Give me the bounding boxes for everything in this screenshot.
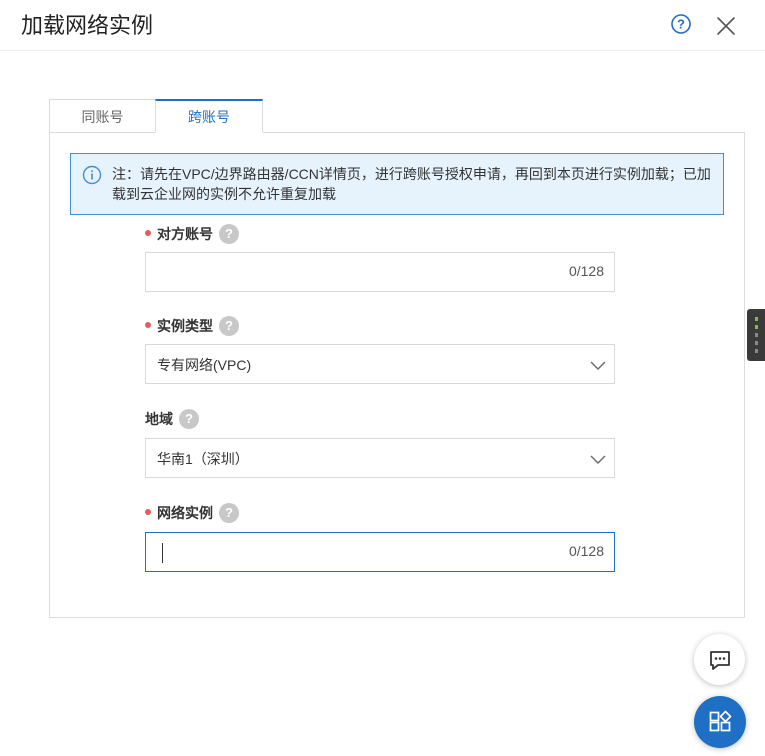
- region-value: 华南1（深圳）: [157, 451, 249, 467]
- chevron-down-icon: [590, 361, 606, 370]
- region-label: 地域?: [145, 408, 199, 430]
- instance-type-label-text: 实例类型: [157, 318, 213, 334]
- instance-type-label: 实例类型?: [145, 315, 239, 337]
- instance-type-select[interactable]: 专有网络(VPC): [145, 344, 615, 384]
- close-icon[interactable]: [714, 14, 738, 38]
- svg-text:?: ?: [677, 17, 685, 32]
- handle-grip: [755, 349, 758, 353]
- handle-grip: [755, 333, 758, 337]
- dialog-title: 加载网络实例: [21, 13, 154, 38]
- char-counter: 0/128: [568, 543, 604, 559]
- info-icon: [82, 165, 102, 185]
- notice-text: 注：请先在VPC/边界路由器/CCN详情页，进行跨账号授权申请，再回到本页进行实…: [112, 166, 711, 202]
- peer-account-input[interactable]: 0/128: [145, 252, 615, 292]
- region-label-text: 地域: [145, 411, 173, 427]
- help-icon[interactable]: ?: [219, 316, 239, 337]
- question-circle-icon[interactable]: ?: [670, 13, 692, 35]
- notice-box: 注：请先在VPC/边界路由器/CCN详情页，进行跨账号授权申请，再回到本页进行实…: [70, 153, 724, 215]
- handle-grip: [755, 341, 758, 345]
- apps-button[interactable]: [694, 696, 746, 748]
- required-dot: [145, 230, 151, 237]
- char-counter: 0/128: [568, 263, 604, 279]
- instance-type-value: 专有网络(VPC): [157, 357, 252, 373]
- help-icon[interactable]: ?: [219, 224, 239, 245]
- dialog-header: 加载网络实例 ?: [0, 0, 765, 51]
- required-dot: [145, 322, 151, 329]
- peer-account-label: 对方账号?: [145, 223, 239, 245]
- tab-cross-account[interactable]: 跨账号: [155, 99, 263, 133]
- chat-icon: [709, 650, 730, 670]
- handle-grip: [755, 317, 758, 321]
- side-panel-handle[interactable]: [747, 309, 765, 361]
- chevron-down-icon: [590, 455, 606, 464]
- network-instance-label-text: 网络实例: [157, 505, 213, 521]
- required-dot: [145, 509, 151, 516]
- text-caret: [162, 543, 163, 563]
- peer-account-label-text: 对方账号: [157, 226, 213, 242]
- apps-icon: [709, 710, 732, 732]
- region-select[interactable]: 华南1（深圳）: [145, 438, 615, 478]
- help-icon[interactable]: ?: [219, 503, 239, 524]
- chat-button[interactable]: [694, 634, 745, 685]
- tab-same-account[interactable]: 同账号: [49, 99, 156, 133]
- handle-grip: [755, 325, 758, 329]
- network-instance-input[interactable]: 0/128: [145, 532, 615, 572]
- network-instance-label: 网络实例?: [145, 502, 239, 524]
- help-icon[interactable]: ?: [179, 409, 199, 430]
